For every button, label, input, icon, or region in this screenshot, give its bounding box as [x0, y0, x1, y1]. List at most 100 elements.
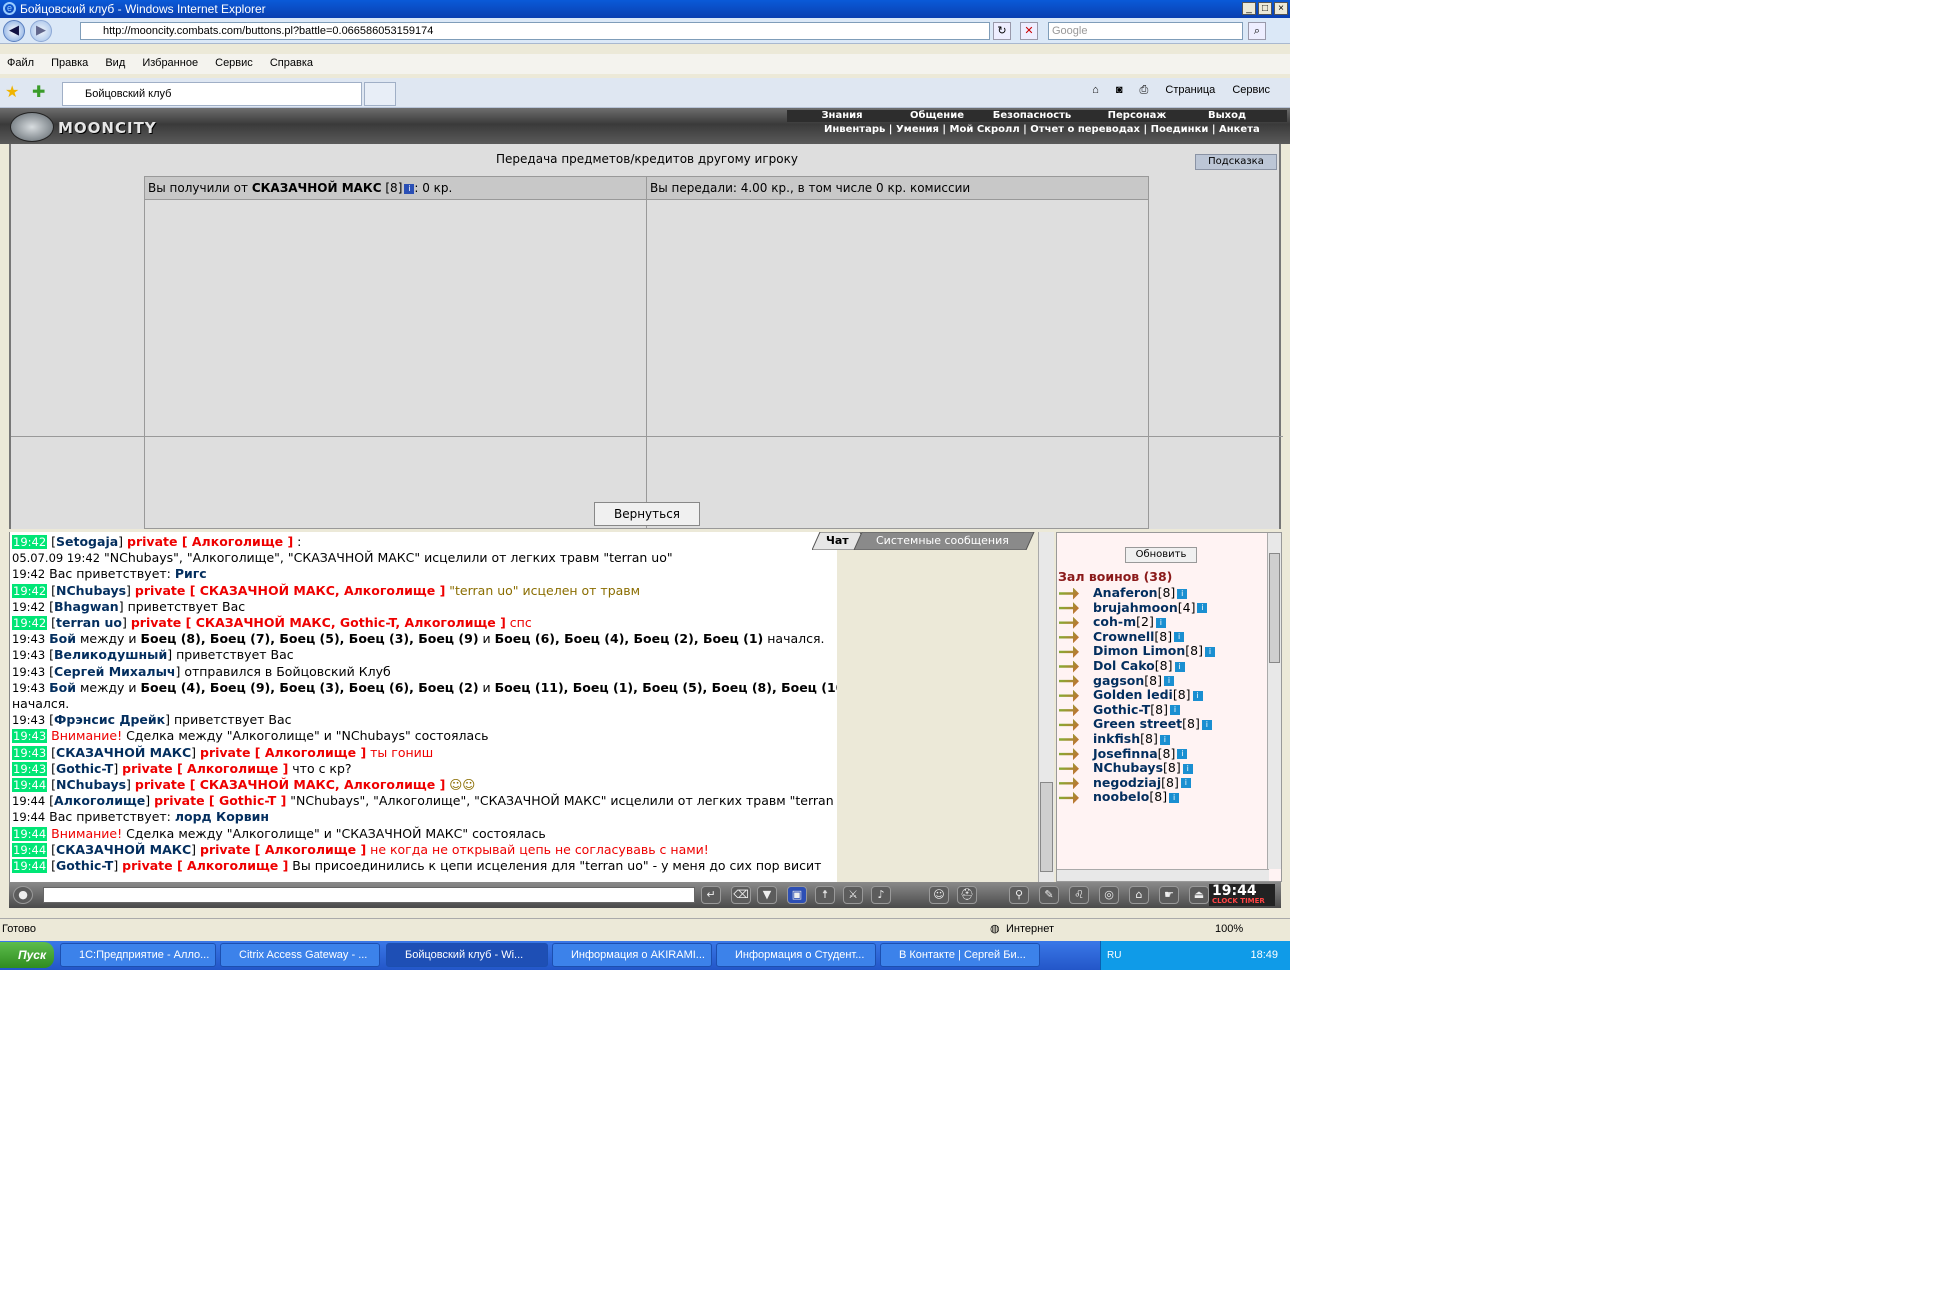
- user-name[interactable]: Dol Cako: [1093, 658, 1155, 673]
- chat-nick[interactable]: Gothic-T: [56, 858, 113, 873]
- private-arrow-icon[interactable]: [1059, 645, 1079, 658]
- info-icon[interactable]: i: [1163, 676, 1174, 687]
- bag-icon[interactable]: ⚲: [1009, 886, 1029, 904]
- menu-file[interactable]: Файл: [0, 54, 41, 69]
- chat-nick[interactable]: Фрэнсис Дрейк: [54, 712, 165, 727]
- received-name[interactable]: СКАЗАЧНОЙ МАКС: [252, 181, 382, 195]
- print-icon[interactable]: ⎙: [1140, 84, 1149, 96]
- user-name[interactable]: negodziaj: [1093, 775, 1161, 790]
- private-arrow-icon[interactable]: [1059, 733, 1079, 746]
- chat-text[interactable]: private [ Алкоголище ]: [122, 858, 288, 873]
- scroll-thumb[interactable]: [1040, 782, 1053, 872]
- info-icon[interactable]: i: [1205, 646, 1216, 657]
- info-icon[interactable]: i: [1174, 632, 1185, 643]
- chat-text[interactable]: private [ Алкоголище ]: [200, 842, 366, 857]
- info-icon[interactable]: i: [404, 183, 415, 194]
- task-citrix[interactable]: Citrix Access Gateway - ...: [220, 943, 380, 967]
- user-row[interactable]: Dimon Limon[8] i: [1059, 643, 1216, 659]
- user-name[interactable]: NChubays: [1093, 760, 1163, 775]
- user-name[interactable]: Golden ledi: [1093, 687, 1173, 702]
- user-row[interactable]: Crownell[8] i: [1059, 629, 1185, 645]
- private-arrow-icon[interactable]: [1059, 748, 1079, 761]
- chat-text[interactable]: private [ СКАЗАЧНОЙ МАКС, Gothic-T, Алко…: [131, 615, 506, 630]
- chat-nick[interactable]: Сергей Михалыч: [54, 664, 175, 679]
- tab-system-messages[interactable]: Системные сообщения: [876, 534, 1009, 547]
- user-name[interactable]: brujahmoon: [1093, 600, 1178, 615]
- page-menu[interactable]: Страница: [1165, 84, 1215, 96]
- hint-button[interactable]: Подсказка: [1195, 154, 1277, 170]
- user-name[interactable]: Crownell: [1093, 629, 1154, 644]
- address-input[interactable]: http://mooncity.combats.com/buttons.pl?b…: [80, 22, 990, 40]
- search-input[interactable]: Google: [1048, 22, 1243, 40]
- exit-icon[interactable]: ⏏: [1189, 886, 1209, 904]
- zoom-level[interactable]: 100%: [1215, 919, 1243, 939]
- clear-icon[interactable]: ⌫: [731, 886, 751, 904]
- task-vkontakte[interactable]: В Контакте | Сергей Би...: [880, 943, 1040, 967]
- nav-knowledge[interactable]: Знания: [787, 110, 897, 122]
- user-name[interactable]: Anaferon: [1093, 585, 1158, 600]
- chat-text[interactable]: private [ Gothic-T ]: [154, 793, 286, 808]
- start-button[interactable]: Пуск: [0, 942, 54, 968]
- info-icon[interactable]: i: [1170, 705, 1181, 716]
- user-name[interactable]: inkfish: [1093, 731, 1140, 746]
- chat-input[interactable]: [43, 887, 695, 903]
- smiley-icon[interactable]: ☺: [929, 886, 949, 904]
- home-icon[interactable]: ⌂: [1092, 84, 1099, 96]
- chat-nick[interactable]: Ригс: [175, 566, 207, 581]
- user-name[interactable]: coh-m: [1093, 614, 1136, 629]
- task-1c[interactable]: 1С:Предприятие - Алло...: [60, 943, 216, 967]
- info-icon[interactable]: i: [1201, 719, 1212, 730]
- private-arrow-icon[interactable]: [1059, 718, 1079, 731]
- minimize-button[interactable]: _: [1242, 2, 1256, 15]
- info-icon[interactable]: i: [1159, 734, 1170, 745]
- user-row[interactable]: gagson[8] i: [1059, 673, 1174, 689]
- user-row[interactable]: Golden ledi[8] i: [1059, 687, 1203, 703]
- private-arrow-icon[interactable]: [1059, 704, 1079, 717]
- user-row[interactable]: inkfish[8] i: [1059, 731, 1170, 747]
- info-icon[interactable]: i: [1177, 588, 1188, 599]
- scroll-icon[interactable]: ✎: [1039, 886, 1059, 904]
- chat-text[interactable]: private [ СКАЗАЧНОЙ МАКС, Алкоголище ]: [135, 777, 445, 792]
- info-icon[interactable]: i: [1169, 792, 1180, 803]
- filter-icon[interactable]: ▼: [757, 886, 777, 904]
- chat-nick[interactable]: Алкоголище: [54, 793, 145, 808]
- private-arrow-icon[interactable]: [1059, 689, 1079, 702]
- chat-nick[interactable]: Бой: [49, 631, 76, 646]
- search-icon[interactable]: ⌕: [1248, 22, 1266, 40]
- forward-arrow-icon[interactable]: ▶: [30, 20, 52, 42]
- private-arrow-icon[interactable]: [1059, 631, 1079, 644]
- chat-text[interactable]: private [ Алкоголище ]: [127, 534, 293, 549]
- menu-tools[interactable]: Сервис: [208, 54, 260, 69]
- chat-nick[interactable]: Великодушный: [54, 647, 167, 662]
- chat-mode-icon[interactable]: ●: [13, 886, 33, 904]
- new-tab-button[interactable]: [364, 82, 396, 106]
- add-favorite-icon[interactable]: ✚: [32, 82, 45, 101]
- back-button[interactable]: Вернуться: [594, 502, 700, 526]
- hand-icon[interactable]: ☛: [1159, 886, 1179, 904]
- chat-nick[interactable]: Setogaja: [56, 534, 118, 549]
- private-arrow-icon[interactable]: [1059, 791, 1079, 804]
- chat-scrollbar[interactable]: [1038, 532, 1054, 882]
- nav-character[interactable]: Персонаж: [1087, 110, 1187, 122]
- chat-nick[interactable]: Бой: [49, 680, 76, 695]
- chat-nick[interactable]: лорд Корвин: [175, 809, 269, 824]
- menu-edit[interactable]: Правка: [44, 54, 95, 69]
- users-scrollbar[interactable]: [1267, 533, 1281, 869]
- task-student[interactable]: Информация о Студент...: [716, 943, 876, 967]
- menu-help[interactable]: Справка: [263, 54, 320, 69]
- tools-menu[interactable]: Сервис: [1232, 84, 1270, 96]
- refresh-button[interactable]: Обновить: [1125, 547, 1197, 563]
- private-arrow-icon[interactable]: [1059, 587, 1079, 600]
- user-row[interactable]: Josefinna[8] i: [1059, 746, 1188, 762]
- user-name[interactable]: Josefinna: [1093, 746, 1158, 761]
- chat-text[interactable]: private [ СКАЗАЧНОЙ МАКС, Алкоголище ]: [135, 583, 445, 598]
- menu-favorites[interactable]: Избранное: [135, 54, 205, 69]
- chat-nick[interactable]: Bhagwan: [54, 599, 119, 614]
- chat-nick[interactable]: NChubays: [56, 777, 126, 792]
- chat-nick[interactable]: Gothic-T: [56, 761, 113, 776]
- user-row[interactable]: coh-m[2] i: [1059, 614, 1166, 630]
- tab-chat[interactable]: Чат: [826, 534, 849, 547]
- info-icon[interactable]: i: [1174, 661, 1185, 672]
- sub-nav[interactable]: Инвентарь | Умения | Мой Скролл | Отчет …: [787, 123, 1287, 136]
- fighter-icon[interactable]: ☨: [815, 886, 835, 904]
